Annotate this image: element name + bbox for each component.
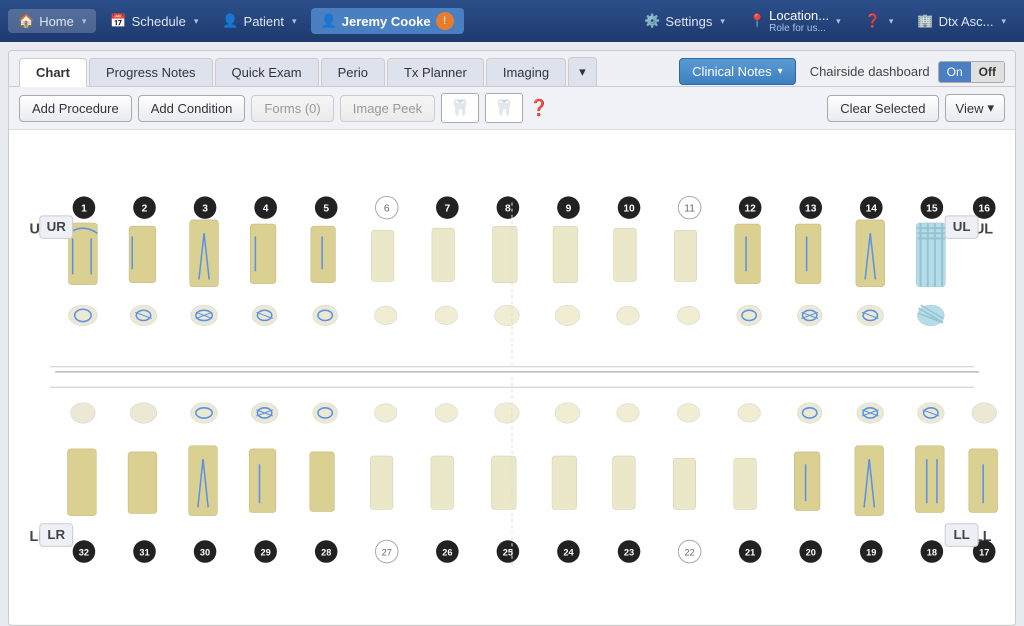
svg-text:24: 24 [563,548,574,558]
svg-text:12: 12 [744,204,756,215]
svg-text:3: 3 [202,204,208,215]
svg-text:LL: LL [953,527,969,542]
patient-name-icon: 👤 [321,13,337,29]
svg-text:10: 10 [623,204,635,215]
tab-more[interactable]: ▾ [568,57,597,86]
nav-location[interactable]: 📍 Location... Role for us... ▾ [739,4,851,38]
nav-schedule[interactable]: 📅 Schedule ▾ [100,9,208,33]
app-container: 🏠 Home ▾ 📅 Schedule ▾ 👤 Patient ▾ 👤 Jere… [0,0,1024,626]
top-navigation: 🏠 Home ▾ 📅 Schedule ▾ 👤 Patient ▾ 👤 Jere… [0,0,1024,42]
svg-text:20: 20 [806,548,816,558]
chairside-toggle[interactable]: On Off [938,61,1005,83]
tab-quick-exam[interactable]: Quick Exam [215,58,319,86]
home-arrow: ▾ [82,16,87,27]
clinical-notes-button[interactable]: Clinical Notes ▾ [679,58,796,85]
lower-tooth-numbers: 32 31 30 29 28 27 26 25 24 23 22 21 20 1… [73,540,996,563]
svg-text:27: 27 [382,548,392,558]
toggle-off[interactable]: Off [971,62,1004,82]
lower-teeth-occlusal [71,403,997,424]
patient-icon: 👤 [222,13,238,29]
svg-text:16: 16 [979,204,991,215]
svg-text:4: 4 [263,204,269,215]
notification-badge: ! [436,12,454,30]
toolbar: Add Procedure Add Condition Forms (0) Im… [9,87,1015,130]
settings-arrow: ▾ [720,16,725,27]
svg-text:13: 13 [805,204,817,215]
tab-bar: Chart Progress Notes Quick Exam Perio Tx… [9,51,1015,87]
schedule-icon: 📅 [110,13,126,29]
svg-text:UL: UL [953,219,971,234]
svg-text:23: 23 [624,548,634,558]
svg-text:18: 18 [927,548,937,558]
svg-text:22: 22 [684,548,694,558]
svg-text:7: 7 [444,204,450,215]
company-icon: 🏢 [917,13,933,29]
clear-selected-button[interactable]: Clear Selected [827,95,938,122]
svg-text:2: 2 [142,204,148,215]
company-arrow: ▾ [1001,16,1006,27]
svg-text:LR: LR [47,527,65,542]
tab-progress-notes[interactable]: Progress Notes [89,58,213,86]
tab-perio[interactable]: Perio [321,58,385,86]
upper-tooth-numbers: 1 2 3 4 5 6 7 8 9 [73,196,996,219]
lower-teeth-roots [68,446,998,516]
chairside-label: Chairside dashboard [810,64,930,79]
svg-text:26: 26 [442,548,452,558]
svg-text:8: 8 [505,204,511,215]
nav-help[interactable]: ❓ ▾ [855,9,904,33]
help-arrow: ▾ [889,16,894,27]
help-circle-icon[interactable]: ❓ [529,98,549,118]
svg-text:14: 14 [866,204,878,215]
tooth-outline-button[interactable]: 🦷 [485,93,523,123]
add-procedure-button[interactable]: Add Procedure [19,95,132,122]
svg-text:6: 6 [384,204,390,215]
tab-imaging[interactable]: Imaging [486,58,566,86]
svg-text:30: 30 [200,548,210,558]
svg-text:11: 11 [684,204,695,215]
nav-company[interactable]: 🏢 Dtx Asc... ▾ [907,9,1016,33]
svg-text:19: 19 [866,548,876,558]
schedule-arrow: ▾ [194,16,199,27]
svg-text:29: 29 [260,548,270,558]
svg-text:5: 5 [323,204,329,215]
view-button[interactable]: View ▾ [945,94,1005,122]
tab-chart[interactable]: Chart [19,58,87,87]
chart-svg: UR UL LR LL 1 2 3 4 [9,130,1015,624]
upper-teeth-roots [69,220,946,287]
svg-text:17: 17 [979,548,989,558]
svg-text:31: 31 [139,548,149,558]
image-peek-button[interactable]: Image Peek [340,95,435,122]
content-area: Chart Progress Notes Quick Exam Perio Tx… [8,50,1016,626]
tooth-button[interactable]: 🦷 [441,93,479,123]
svg-text:21: 21 [745,548,755,558]
svg-text:9: 9 [566,204,572,215]
svg-text:15: 15 [926,204,938,215]
nav-home[interactable]: 🏠 Home ▾ [8,9,96,33]
svg-text:UR: UR [47,219,67,234]
toggle-on[interactable]: On [939,62,971,82]
add-condition-button[interactable]: Add Condition [138,95,246,122]
location-icon: 📍 [749,13,765,29]
home-icon: 🏠 [18,13,34,29]
tab-tx-planner[interactable]: Tx Planner [387,58,484,86]
patient-arrow: ▾ [292,16,297,27]
nav-patient[interactable]: 👤 Patient ▾ [212,9,306,33]
svg-text:32: 32 [79,548,89,558]
upper-teeth-occlusal [69,305,945,326]
nav-settings[interactable]: ⚙️ Settings ▾ [634,9,735,33]
view-arrow-icon: ▾ [987,100,994,116]
nav-patient-name[interactable]: 👤 Jeremy Cooke ! [311,8,464,34]
svg-text:1: 1 [81,204,87,215]
svg-text:28: 28 [321,548,331,558]
settings-icon: ⚙️ [644,13,660,29]
dental-chart: UR UL LR LL 1 2 3 4 [9,130,1015,624]
clinical-notes-arrow: ▾ [778,66,783,77]
forms-button[interactable]: Forms (0) [251,95,333,122]
location-arrow: ▾ [836,16,841,27]
